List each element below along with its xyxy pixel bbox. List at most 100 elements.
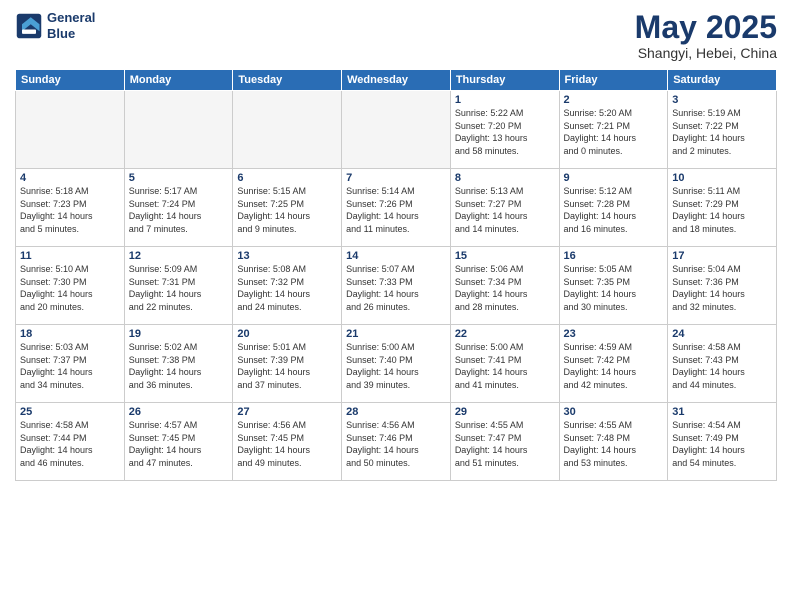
day-info: Sunrise: 5:05 AM Sunset: 7:35 PM Dayligh… (564, 263, 664, 313)
calendar-cell: 25Sunrise: 4:58 AM Sunset: 7:44 PM Dayli… (16, 403, 125, 481)
day-info: Sunrise: 5:00 AM Sunset: 7:41 PM Dayligh… (455, 341, 555, 391)
day-info: Sunrise: 4:56 AM Sunset: 7:46 PM Dayligh… (346, 419, 446, 469)
day-number: 23 (564, 328, 664, 340)
day-number: 13 (237, 250, 337, 262)
calendar-cell: 4Sunrise: 5:18 AM Sunset: 7:23 PM Daylig… (16, 169, 125, 247)
logo-icon (15, 12, 43, 40)
calendar-cell: 6Sunrise: 5:15 AM Sunset: 7:25 PM Daylig… (233, 169, 342, 247)
day-info: Sunrise: 4:58 AM Sunset: 7:43 PM Dayligh… (672, 341, 772, 391)
calendar-cell: 19Sunrise: 5:02 AM Sunset: 7:38 PM Dayli… (124, 325, 233, 403)
day-number: 20 (237, 328, 337, 340)
day-number: 8 (455, 172, 555, 184)
weekday-header-sunday: Sunday (16, 70, 125, 91)
day-info: Sunrise: 5:12 AM Sunset: 7:28 PM Dayligh… (564, 185, 664, 235)
day-info: Sunrise: 5:04 AM Sunset: 7:36 PM Dayligh… (672, 263, 772, 313)
day-info: Sunrise: 5:01 AM Sunset: 7:39 PM Dayligh… (237, 341, 337, 391)
calendar-cell: 12Sunrise: 5:09 AM Sunset: 7:31 PM Dayli… (124, 247, 233, 325)
day-info: Sunrise: 5:08 AM Sunset: 7:32 PM Dayligh… (237, 263, 337, 313)
weekday-header-friday: Friday (559, 70, 668, 91)
day-number: 28 (346, 406, 446, 418)
calendar-cell: 11Sunrise: 5:10 AM Sunset: 7:30 PM Dayli… (16, 247, 125, 325)
day-info: Sunrise: 5:20 AM Sunset: 7:21 PM Dayligh… (564, 107, 664, 157)
day-info: Sunrise: 5:00 AM Sunset: 7:40 PM Dayligh… (346, 341, 446, 391)
day-info: Sunrise: 5:14 AM Sunset: 7:26 PM Dayligh… (346, 185, 446, 235)
day-info: Sunrise: 5:09 AM Sunset: 7:31 PM Dayligh… (129, 263, 229, 313)
day-info: Sunrise: 5:10 AM Sunset: 7:30 PM Dayligh… (20, 263, 120, 313)
calendar-cell: 14Sunrise: 5:07 AM Sunset: 7:33 PM Dayli… (342, 247, 451, 325)
calendar-cell: 13Sunrise: 5:08 AM Sunset: 7:32 PM Dayli… (233, 247, 342, 325)
calendar-cell: 29Sunrise: 4:55 AM Sunset: 7:47 PM Dayli… (450, 403, 559, 481)
calendar-cell: 18Sunrise: 5:03 AM Sunset: 7:37 PM Dayli… (16, 325, 125, 403)
calendar-cell: 9Sunrise: 5:12 AM Sunset: 7:28 PM Daylig… (559, 169, 668, 247)
day-number: 9 (564, 172, 664, 184)
calendar-cell: 24Sunrise: 4:58 AM Sunset: 7:43 PM Dayli… (668, 325, 777, 403)
weekday-header-thursday: Thursday (450, 70, 559, 91)
day-number: 29 (455, 406, 555, 418)
day-info: Sunrise: 4:54 AM Sunset: 7:49 PM Dayligh… (672, 419, 772, 469)
day-number: 14 (346, 250, 446, 262)
day-number: 19 (129, 328, 229, 340)
day-info: Sunrise: 5:02 AM Sunset: 7:38 PM Dayligh… (129, 341, 229, 391)
calendar-cell: 5Sunrise: 5:17 AM Sunset: 7:24 PM Daylig… (124, 169, 233, 247)
day-number: 2 (564, 94, 664, 106)
month-title: May 2025 (635, 10, 777, 45)
calendar-cell: 15Sunrise: 5:06 AM Sunset: 7:34 PM Dayli… (450, 247, 559, 325)
calendar-cell (342, 91, 451, 169)
calendar-cell: 10Sunrise: 5:11 AM Sunset: 7:29 PM Dayli… (668, 169, 777, 247)
calendar-cell (16, 91, 125, 169)
day-info: Sunrise: 5:06 AM Sunset: 7:34 PM Dayligh… (455, 263, 555, 313)
calendar-cell: 31Sunrise: 4:54 AM Sunset: 7:49 PM Dayli… (668, 403, 777, 481)
day-number: 25 (20, 406, 120, 418)
day-info: Sunrise: 5:17 AM Sunset: 7:24 PM Dayligh… (129, 185, 229, 235)
day-number: 24 (672, 328, 772, 340)
day-info: Sunrise: 5:11 AM Sunset: 7:29 PM Dayligh… (672, 185, 772, 235)
day-number: 10 (672, 172, 772, 184)
weekday-header-saturday: Saturday (668, 70, 777, 91)
calendar-cell (124, 91, 233, 169)
day-info: Sunrise: 5:19 AM Sunset: 7:22 PM Dayligh… (672, 107, 772, 157)
calendar-cell: 17Sunrise: 5:04 AM Sunset: 7:36 PM Dayli… (668, 247, 777, 325)
title-block: May 2025 Shangyi, Hebei, China (635, 10, 777, 61)
weekday-header-monday: Monday (124, 70, 233, 91)
calendar-cell: 1Sunrise: 5:22 AM Sunset: 7:20 PM Daylig… (450, 91, 559, 169)
calendar-cell (233, 91, 342, 169)
day-info: Sunrise: 5:13 AM Sunset: 7:27 PM Dayligh… (455, 185, 555, 235)
location-subtitle: Shangyi, Hebei, China (635, 45, 777, 61)
calendar-cell: 22Sunrise: 5:00 AM Sunset: 7:41 PM Dayli… (450, 325, 559, 403)
weekday-header-wednesday: Wednesday (342, 70, 451, 91)
calendar-cell: 27Sunrise: 4:56 AM Sunset: 7:45 PM Dayli… (233, 403, 342, 481)
day-number: 26 (129, 406, 229, 418)
day-info: Sunrise: 5:18 AM Sunset: 7:23 PM Dayligh… (20, 185, 120, 235)
calendar-cell: 8Sunrise: 5:13 AM Sunset: 7:27 PM Daylig… (450, 169, 559, 247)
day-number: 5 (129, 172, 229, 184)
day-info: Sunrise: 5:03 AM Sunset: 7:37 PM Dayligh… (20, 341, 120, 391)
day-number: 3 (672, 94, 772, 106)
day-number: 4 (20, 172, 120, 184)
day-info: Sunrise: 5:15 AM Sunset: 7:25 PM Dayligh… (237, 185, 337, 235)
calendar-cell: 21Sunrise: 5:00 AM Sunset: 7:40 PM Dayli… (342, 325, 451, 403)
day-info: Sunrise: 5:22 AM Sunset: 7:20 PM Dayligh… (455, 107, 555, 157)
calendar-cell: 30Sunrise: 4:55 AM Sunset: 7:48 PM Dayli… (559, 403, 668, 481)
day-number: 7 (346, 172, 446, 184)
calendar-cell: 3Sunrise: 5:19 AM Sunset: 7:22 PM Daylig… (668, 91, 777, 169)
calendar-table: SundayMondayTuesdayWednesdayThursdayFrid… (15, 69, 777, 481)
day-number: 21 (346, 328, 446, 340)
page: General Blue May 2025 Shangyi, Hebei, Ch… (0, 0, 792, 612)
day-number: 22 (455, 328, 555, 340)
calendar-cell: 7Sunrise: 5:14 AM Sunset: 7:26 PM Daylig… (342, 169, 451, 247)
day-info: Sunrise: 4:59 AM Sunset: 7:42 PM Dayligh… (564, 341, 664, 391)
day-number: 6 (237, 172, 337, 184)
logo: General Blue (15, 10, 95, 41)
day-number: 12 (129, 250, 229, 262)
weekday-header-tuesday: Tuesday (233, 70, 342, 91)
day-info: Sunrise: 4:56 AM Sunset: 7:45 PM Dayligh… (237, 419, 337, 469)
header: General Blue May 2025 Shangyi, Hebei, Ch… (15, 10, 777, 61)
day-number: 11 (20, 250, 120, 262)
calendar-cell: 23Sunrise: 4:59 AM Sunset: 7:42 PM Dayli… (559, 325, 668, 403)
day-number: 18 (20, 328, 120, 340)
day-number: 30 (564, 406, 664, 418)
day-number: 1 (455, 94, 555, 106)
day-info: Sunrise: 5:07 AM Sunset: 7:33 PM Dayligh… (346, 263, 446, 313)
day-info: Sunrise: 4:55 AM Sunset: 7:48 PM Dayligh… (564, 419, 664, 469)
calendar-cell: 2Sunrise: 5:20 AM Sunset: 7:21 PM Daylig… (559, 91, 668, 169)
